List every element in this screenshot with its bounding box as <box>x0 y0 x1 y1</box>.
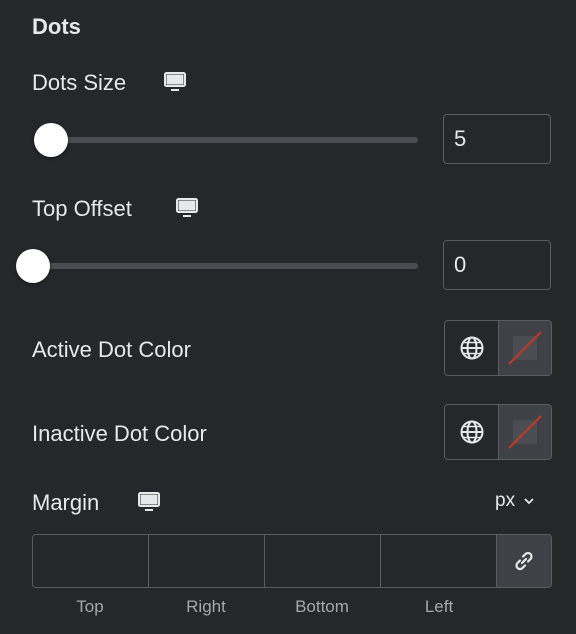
desktop-icon[interactable] <box>163 71 187 93</box>
link-icon <box>515 551 533 571</box>
top-offset-label: Top Offset <box>32 196 132 221</box>
inactive-dot-color-label: Inactive Dot Color <box>32 421 207 446</box>
margin-dimensions-control <box>32 534 552 588</box>
active-dot-color-control <box>444 320 552 376</box>
section-title: Dots <box>32 14 81 39</box>
top-offset-slider-handle[interactable] <box>16 249 50 283</box>
margin-left-label: Left <box>424 597 454 616</box>
inactive-dot-color-control <box>444 404 552 460</box>
no-color-swatch-icon <box>508 331 542 365</box>
unit-value: px <box>495 490 516 511</box>
desktop-icon[interactable] <box>175 197 199 219</box>
color-swatch-button[interactable] <box>499 321 551 375</box>
margin-right-label: Right <box>186 597 226 616</box>
margin-left-input[interactable] <box>381 535 497 587</box>
desktop-icon[interactable] <box>137 491 161 513</box>
color-swatch-button[interactable] <box>499 405 551 459</box>
dots-size-slider-handle[interactable] <box>34 123 68 157</box>
chevron-down-icon <box>524 498 534 505</box>
dots-settings-panel: Dots Dots Size Top Offset Active Dot Col… <box>0 0 576 634</box>
globe-icon <box>460 336 483 360</box>
margin-label: Margin <box>32 490 100 515</box>
margin-top-label: Top <box>76 597 104 616</box>
no-color-swatch-icon <box>508 415 542 449</box>
globe-icon <box>460 420 483 444</box>
link-values-button[interactable] <box>497 535 551 587</box>
dots-size-input[interactable] <box>443 114 551 164</box>
dots-size-slider-track[interactable] <box>40 137 418 143</box>
margin-top-input[interactable] <box>33 535 149 587</box>
active-dot-color-label: Active Dot Color <box>32 337 191 362</box>
margin-bottom-input[interactable] <box>265 535 381 587</box>
unit-selector[interactable]: px <box>495 490 535 512</box>
margin-bottom-label: Bottom <box>295 597 349 616</box>
margin-right-input[interactable] <box>149 535 265 587</box>
dots-size-label: Dots Size <box>32 70 127 95</box>
global-colors-button[interactable] <box>445 405 499 459</box>
global-colors-button[interactable] <box>445 321 499 375</box>
top-offset-input[interactable] <box>443 240 551 290</box>
top-offset-slider-track[interactable] <box>22 263 418 269</box>
